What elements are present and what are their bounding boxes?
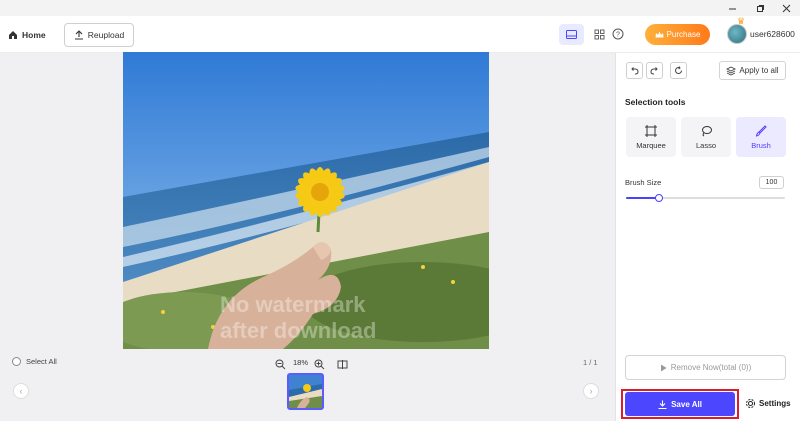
brush-size-slider-handle[interactable] — [655, 194, 663, 202]
reset-button[interactable] — [670, 62, 687, 79]
vip-crown-icon: ♛ — [737, 16, 746, 26]
home-button[interactable]: Home — [8, 27, 46, 43]
page-count: 1 / 1 — [583, 358, 598, 367]
restore-icon[interactable] — [746, 0, 774, 16]
brush-icon — [755, 124, 767, 137]
close-icon[interactable] — [772, 0, 800, 16]
redo-icon — [650, 67, 658, 75]
lasso-icon — [702, 125, 712, 136]
download-icon — [658, 400, 667, 409]
tool-marquee-label: Marquee — [636, 140, 666, 150]
purchase-label: Purchase — [666, 30, 701, 39]
home-label: Home — [22, 30, 46, 40]
tool-brush[interactable]: Brush — [736, 117, 786, 157]
single-view-icon — [566, 30, 577, 39]
save-all-label: Save All — [671, 399, 702, 409]
home-icon — [9, 31, 17, 39]
apply-to-all-label: Apply to all — [739, 66, 779, 75]
grid-view-icon[interactable] — [594, 27, 608, 41]
brush-size-label: Brush Size — [625, 178, 662, 187]
play-icon — [660, 364, 667, 371]
remove-now-label: Remove Now(total (0)) — [670, 363, 752, 372]
remove-now-button[interactable]: Remove Now(total (0)) — [625, 355, 786, 380]
apply-to-all-button[interactable]: Apply to all — [719, 61, 786, 80]
avatar[interactable] — [727, 24, 747, 44]
help-icon[interactable]: ? — [612, 27, 626, 41]
watermark-line-2: after download — [220, 318, 377, 343]
settings-label: Settings — [759, 399, 791, 408]
selection-tools-heading: Selection tools — [625, 97, 686, 107]
select-all-radio[interactable] — [12, 357, 21, 366]
undo-button[interactable] — [626, 62, 643, 79]
watermark-text: No watermark after download — [220, 292, 376, 344]
zoom-level: 18% — [293, 358, 309, 367]
select-all-label: Select All — [26, 357, 57, 366]
compare-icon[interactable] — [337, 357, 348, 375]
previous-image-button[interactable]: ‹ — [13, 383, 29, 399]
reupload-label: Reupload — [87, 30, 125, 40]
undo-icon — [631, 67, 639, 75]
next-image-button[interactable]: › — [583, 383, 599, 399]
tool-marquee[interactable]: Marquee — [626, 117, 676, 157]
redo-button[interactable] — [646, 62, 663, 79]
tool-lasso[interactable]: Lasso — [681, 117, 731, 157]
reset-icon — [675, 66, 683, 74]
minimize-icon[interactable] — [718, 0, 746, 16]
chevron-left-icon: ‹ — [19, 386, 23, 396]
tool-lasso-label: Lasso — [695, 140, 716, 150]
reupload-button[interactable]: Reupload — [64, 23, 134, 47]
brush-size-slider[interactable] — [626, 194, 785, 202]
tool-brush-label: Brush — [751, 140, 771, 150]
upload-icon — [74, 30, 83, 40]
image-thumbnail[interactable] — [287, 373, 324, 410]
username[interactable]: user628600 — [750, 29, 795, 39]
window-title-bar — [0, 0, 800, 16]
chevron-right-icon: › — [589, 386, 593, 396]
gear-icon — [746, 399, 755, 408]
save-all-button[interactable]: Save All — [625, 392, 735, 416]
brush-size-input[interactable]: 100 — [759, 176, 784, 189]
svg-text:?: ? — [616, 32, 620, 39]
single-view-button[interactable] — [559, 24, 584, 45]
marquee-icon — [645, 124, 657, 137]
layers-icon — [726, 65, 737, 76]
select-all-checkbox[interactable]: Select All — [12, 357, 57, 366]
crown-icon — [655, 31, 664, 38]
settings-button[interactable]: Settings — [745, 398, 791, 409]
watermark-line-1: No watermark — [220, 292, 366, 317]
purchase-button[interactable]: Purchase — [645, 24, 710, 45]
zoom-out-icon[interactable] — [275, 357, 286, 375]
